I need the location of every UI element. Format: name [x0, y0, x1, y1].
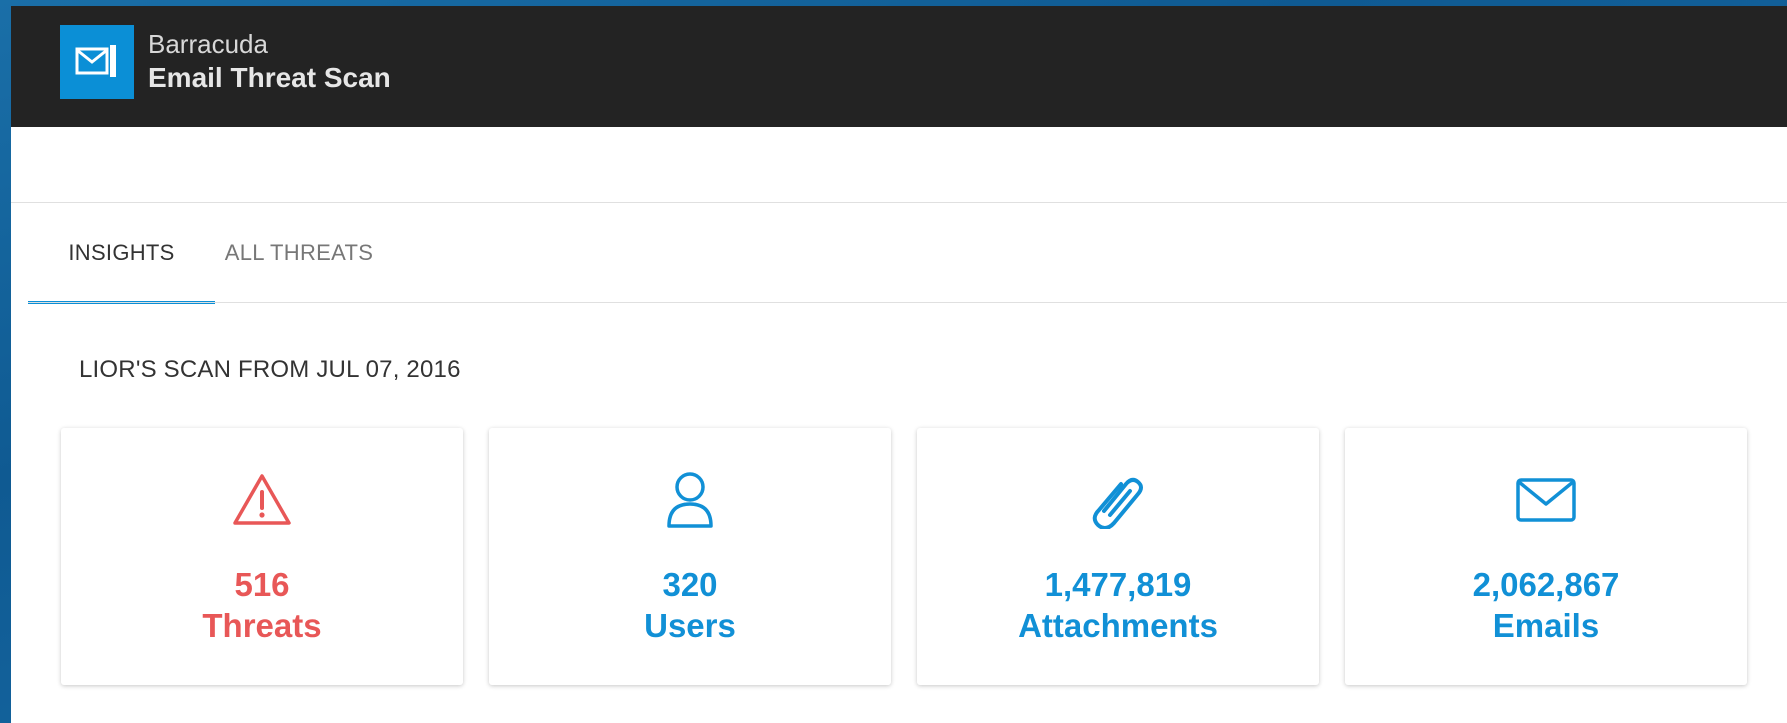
- users-label: Users: [644, 607, 736, 644]
- threats-count: 516: [234, 566, 290, 603]
- emails-count: 2,062,867: [1472, 566, 1620, 603]
- envelope-logo-icon[interactable]: [60, 25, 134, 99]
- threats-label: Threats: [202, 607, 322, 644]
- attachments-label: Attachments: [1018, 607, 1218, 644]
- brand-product-name: Email Threat Scan: [148, 61, 391, 93]
- tab-all-threats[interactable]: ALL THREATS: [215, 203, 383, 303]
- stat-card-users[interactable]: 320 Users: [489, 428, 891, 685]
- stat-card-threats[interactable]: 516 Threats: [61, 428, 463, 685]
- app-window: Barracuda Email Threat Scan INSIGHTS ALL…: [11, 6, 1787, 723]
- scan-title: LIOR'S SCAN FROM JUL 07, 2016: [79, 356, 461, 383]
- stat-card-emails[interactable]: 2,062,867 Emails: [1345, 428, 1747, 685]
- users-count: 320: [662, 566, 718, 603]
- tab-bar: INSIGHTS ALL THREATS: [28, 203, 383, 304]
- emails-label: Emails: [1492, 607, 1600, 644]
- brand-company-name: Barracuda: [148, 29, 268, 59]
- stat-card-attachments[interactable]: 1,477,819 Attachments: [917, 428, 1319, 685]
- tab-insights[interactable]: INSIGHTS: [28, 203, 215, 304]
- user-icon: [658, 470, 722, 530]
- paperclip-icon: [1086, 470, 1150, 530]
- warning-triangle-icon: [230, 470, 294, 530]
- top-bar: Barracuda Email Threat Scan: [11, 6, 1787, 127]
- tab-divider: [28, 302, 1787, 303]
- attachments-count: 1,477,819: [1044, 566, 1192, 603]
- envelope-icon: [1514, 470, 1578, 530]
- brand-title: Barracuda Email Threat Scan: [148, 29, 391, 94]
